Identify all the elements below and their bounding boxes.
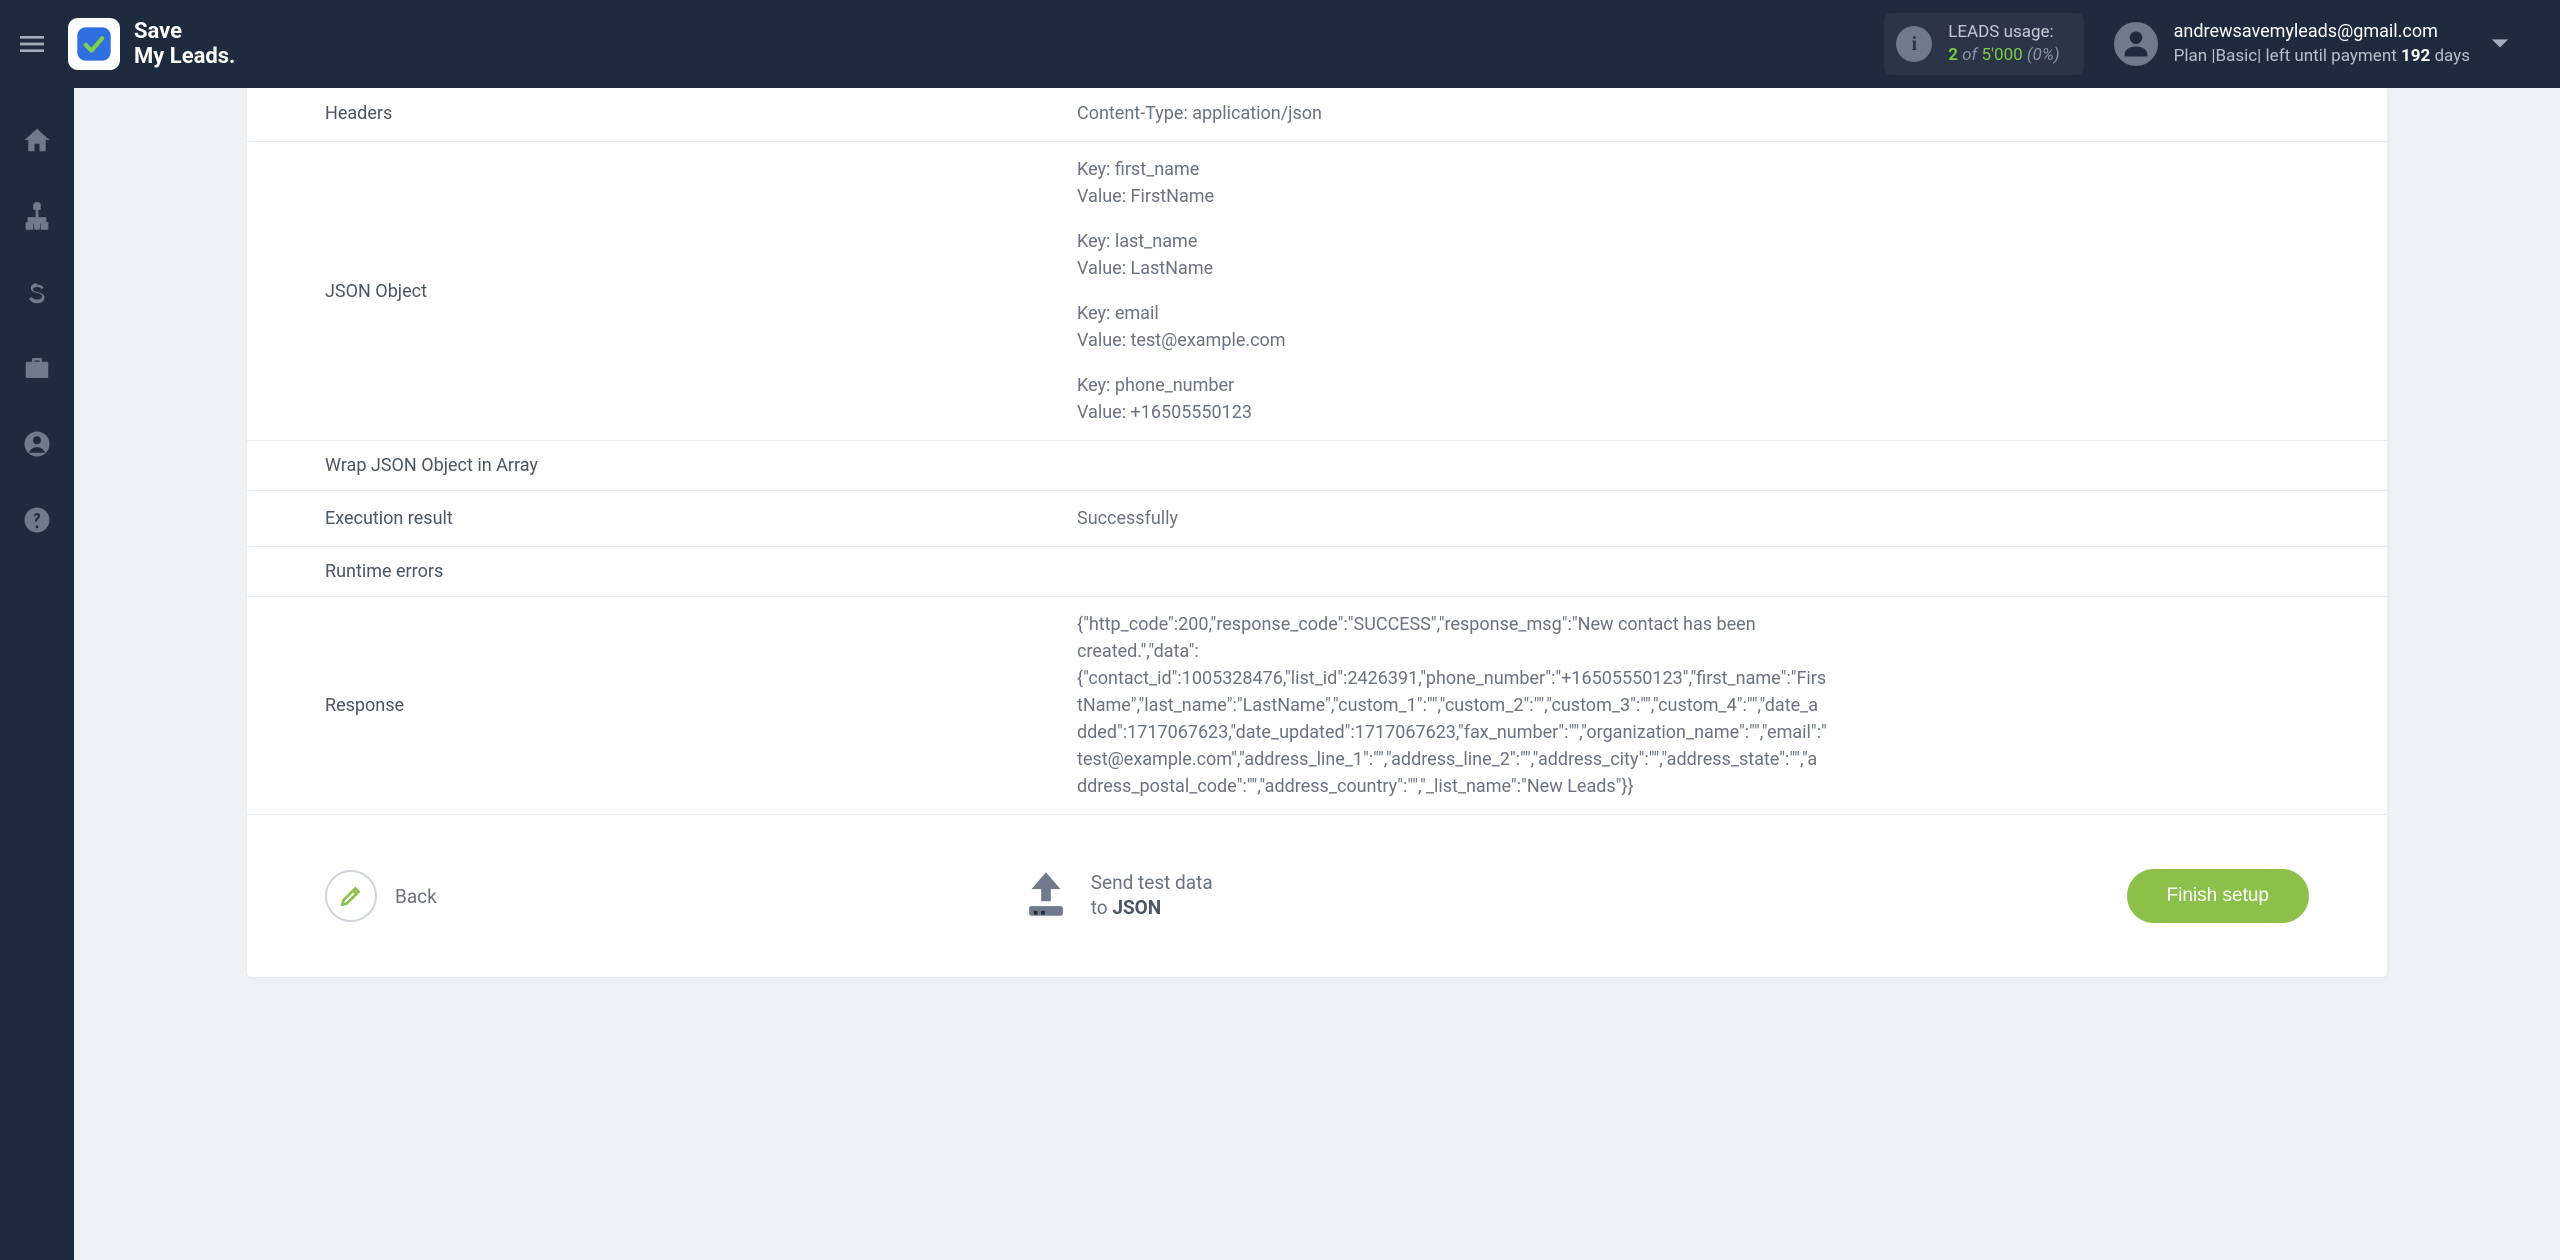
page: Headers Content-Type: application/json J…	[74, 88, 2560, 1260]
row-json-object: JSON Object Key: first_name Value: First…	[247, 142, 2387, 441]
edit-icon-circle	[325, 870, 377, 922]
value-json-object: Key: first_name Value: FirstName Key: la…	[1077, 156, 2387, 426]
sitemap-icon	[22, 201, 52, 231]
topbar-expand[interactable]	[2480, 24, 2520, 64]
pencil-icon	[338, 883, 364, 909]
usage-text: LEADS usage: 2 of 5'000 (0%)	[1948, 21, 2059, 67]
details-card: Headers Content-Type: application/json J…	[247, 88, 2387, 977]
value-wrap-array	[1077, 455, 2387, 476]
check-icon	[74, 24, 114, 64]
sidebar-item-billing[interactable]	[15, 270, 59, 314]
back-button[interactable]: Back	[325, 870, 437, 922]
logo-text: Save My Leads.	[134, 19, 235, 70]
user-icon	[2121, 29, 2151, 59]
label-response: Response	[247, 611, 1077, 800]
label-headers: Headers	[247, 100, 1077, 127]
avatar	[2114, 22, 2158, 66]
row-response: Response {"http_code":200,"response_code…	[247, 597, 2387, 815]
sidebar-item-account[interactable]	[15, 422, 59, 466]
logo[interactable]: Save My Leads.	[68, 18, 235, 70]
row-execution-result: Execution result Successfully	[247, 491, 2387, 547]
menu-icon	[16, 28, 48, 60]
value-response: {"http_code":200,"response_code":"SUCCES…	[1077, 611, 1887, 800]
question-icon	[22, 505, 52, 535]
finish-setup-button[interactable]: Finish setup	[2127, 869, 2309, 923]
sidebar-item-connections[interactable]	[15, 194, 59, 238]
row-runtime-errors: Runtime errors	[247, 547, 2387, 597]
info-icon: i	[1896, 26, 1932, 62]
value-runtime-errors	[1077, 561, 2387, 582]
row-headers: Headers Content-Type: application/json	[247, 88, 2387, 142]
topbar: Save My Leads. i LEADS usage: 2 of 5'000…	[0, 0, 2560, 88]
hamburger-menu[interactable]	[10, 22, 54, 66]
row-wrap-array: Wrap JSON Object in Array	[247, 441, 2387, 491]
usage-box[interactable]: i LEADS usage: 2 of 5'000 (0%)	[1884, 13, 2083, 75]
kv-pair: Key: first_name Value: FirstName	[1077, 156, 2327, 210]
upload-icon	[1017, 865, 1075, 927]
label-runtime-errors: Runtime errors	[247, 561, 1077, 582]
label-wrap-array: Wrap JSON Object in Array	[247, 455, 1077, 476]
account-menu[interactable]: andrewsavemyleads@gmail.com Plan |Basic|…	[2114, 20, 2470, 67]
label-execution-result: Execution result	[247, 505, 1077, 532]
value-execution-result: Successfully	[1077, 505, 2387, 532]
home-icon	[22, 125, 52, 155]
briefcase-icon	[22, 353, 52, 383]
account-text: andrewsavemyleads@gmail.com Plan |Basic|…	[2174, 20, 2470, 67]
logo-badge	[68, 18, 120, 70]
actions-row: Back Send test data to JSON Finish setup	[247, 815, 2387, 927]
user-circle-icon	[22, 429, 52, 459]
label-json-object: JSON Object	[247, 156, 1077, 426]
sidebar	[0, 88, 74, 1260]
send-test-button[interactable]: Send test data to JSON	[1017, 865, 1213, 927]
kv-pair: Key: last_name Value: LastName	[1077, 228, 2327, 282]
dollar-icon	[22, 277, 52, 307]
send-test-label: Send test data to JSON	[1091, 871, 1213, 920]
sidebar-item-briefcase[interactable]	[15, 346, 59, 390]
kv-pair: Key: email Value: test@example.com	[1077, 300, 2327, 354]
sidebar-item-home[interactable]	[15, 118, 59, 162]
kv-pair: Key: phone_number Value: +16505550123	[1077, 372, 2327, 426]
back-label: Back	[395, 885, 437, 908]
chevron-down-icon	[2486, 30, 2514, 58]
value-headers: Content-Type: application/json	[1077, 100, 2387, 127]
sidebar-item-help[interactable]	[15, 498, 59, 542]
